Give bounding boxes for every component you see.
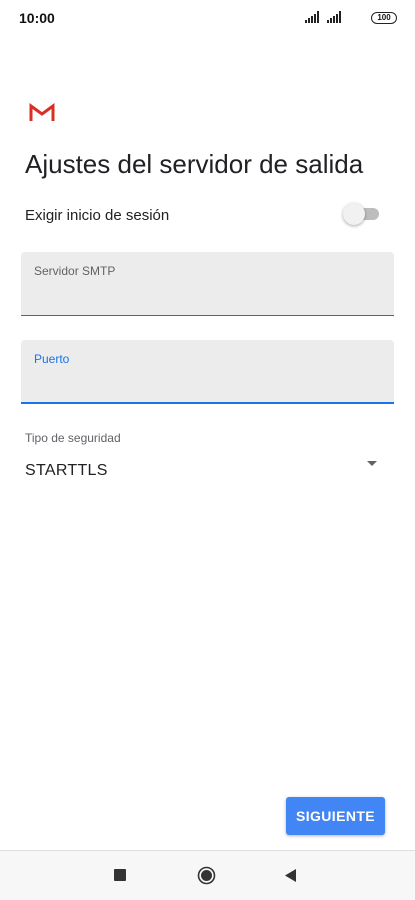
- battery-icon: 100: [371, 12, 397, 24]
- signal-icon: [327, 11, 341, 23]
- port-label: Puerto: [34, 352, 70, 366]
- port-field[interactable]: Puerto: [21, 340, 394, 404]
- next-button[interactable]: SIGUIENTE: [286, 797, 385, 835]
- navigation-bar: [0, 850, 415, 900]
- smtp-server-input[interactable]: [34, 284, 374, 308]
- require-login-row[interactable]: Exigir inicio de sesión: [0, 198, 415, 234]
- back-icon[interactable]: [284, 868, 297, 883]
- smtp-server-label: Servidor SMTP: [34, 264, 116, 278]
- smtp-server-field[interactable]: Servidor SMTP: [21, 252, 394, 316]
- gmail-logo: [29, 103, 55, 121]
- dropdown-arrow-icon: [367, 461, 377, 466]
- outgoing-server-settings-screen: 10:00 100 Ajustes del servidor de salida…: [0, 0, 415, 900]
- page-title: Ajustes del servidor de salida: [25, 149, 364, 179]
- signal-icon: [305, 11, 319, 23]
- status-time: 10:00: [19, 10, 55, 26]
- require-login-label: Exigir inicio de sesión: [25, 207, 170, 224]
- security-type-label: Tipo de seguridad: [25, 431, 121, 445]
- port-input[interactable]: [34, 372, 374, 396]
- home-icon[interactable]: [197, 866, 216, 885]
- require-login-toggle[interactable]: [343, 203, 379, 225]
- recent-apps-icon[interactable]: [114, 869, 126, 881]
- toggle-thumb: [343, 203, 365, 225]
- status-bar: 10:00 100: [0, 0, 415, 36]
- security-type-value: STARTTLS: [25, 462, 108, 479]
- security-type-dropdown[interactable]: STARTTLS: [21, 452, 394, 488]
